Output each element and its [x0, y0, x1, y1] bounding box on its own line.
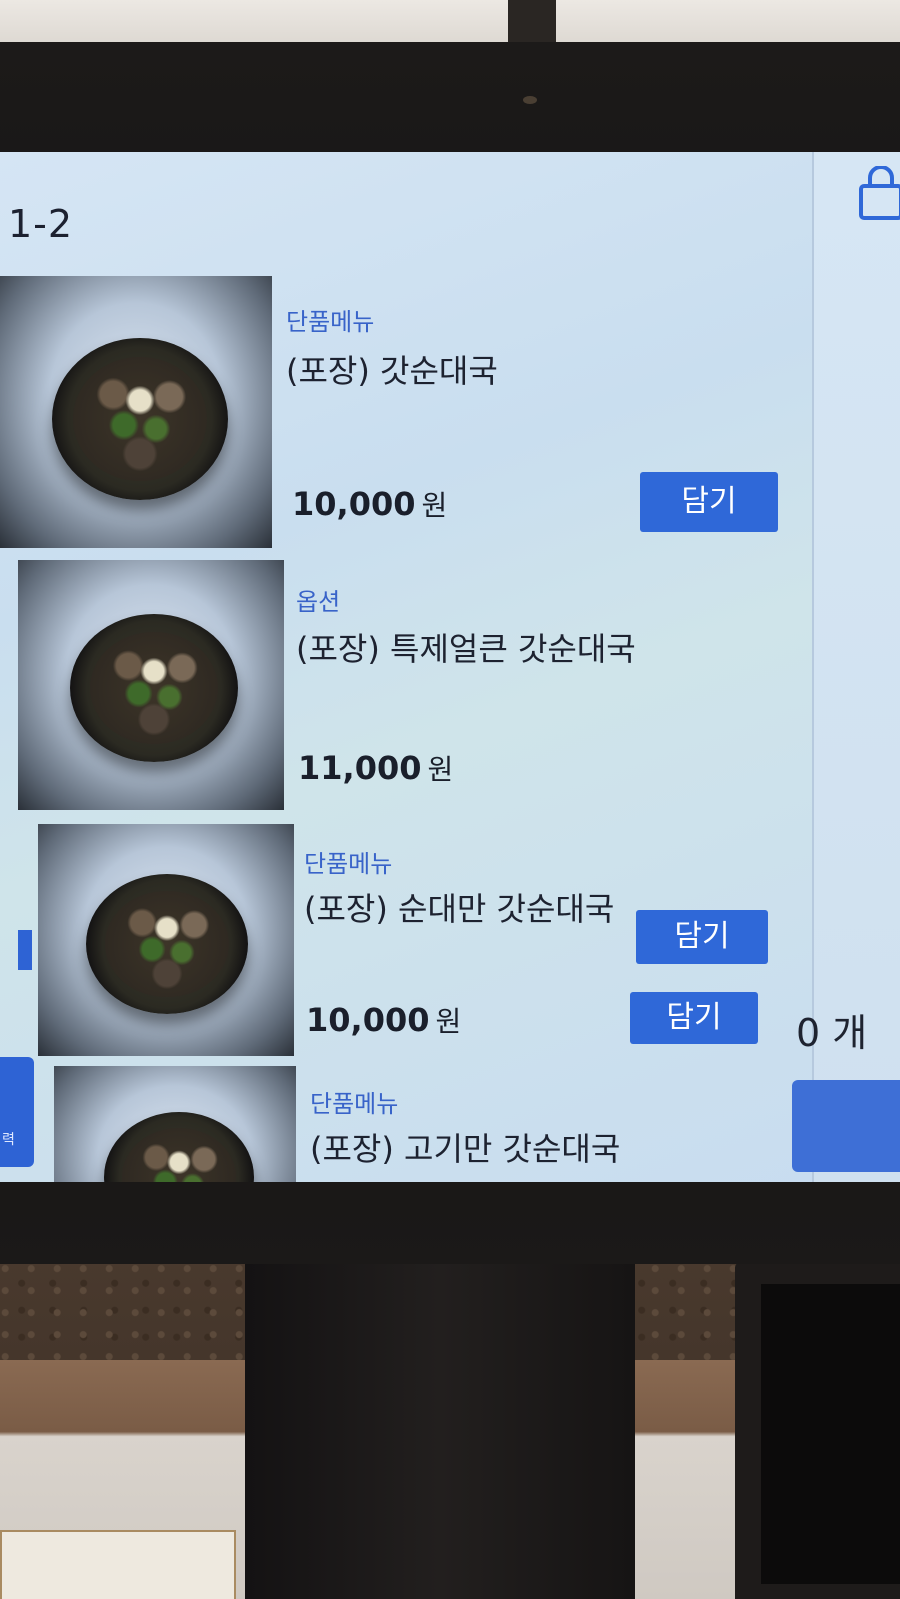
item-name: (포장) 순대만 갓순대국: [304, 890, 615, 928]
item-price-value: 10,000: [306, 1001, 430, 1039]
item-category: 단품메뉴: [304, 850, 393, 878]
item-price-currency: 원: [435, 1005, 462, 1038]
category-tab-indicator[interactable]: [18, 930, 32, 970]
menu-item[interactable]: 옵션 (포장) 특제얼큰 갓순대국 11,000 원 담기: [18, 560, 808, 964]
shopping-bag-icon[interactable]: [858, 166, 900, 220]
camera-lens: [523, 96, 537, 104]
item-price: 11,000 원: [298, 748, 453, 788]
item-category: 단품메뉴: [310, 1090, 399, 1118]
item-name: (포장) 갓순대국: [286, 352, 498, 390]
bowl-image: [104, 1112, 254, 1182]
cart-count: 0 개: [796, 1011, 868, 1055]
cart-panel: 0 개: [792, 152, 900, 1182]
menu-item[interactable]: 단품메뉴 (포장) 갓순대국 10,000 원 담기: [0, 276, 800, 548]
left-action-button-label: 력: [2, 1132, 15, 1148]
food-image: [38, 824, 294, 1056]
item-category: 옵션: [296, 588, 341, 616]
add-to-cart-button[interactable]: 담기: [640, 472, 778, 532]
card-tray: [735, 1262, 900, 1599]
bowl-image: [70, 614, 238, 762]
item-name: (포장) 특제얼큰 갓순대국: [296, 630, 636, 668]
kiosk-screen: 력 1-2 단품메뉴 (포장) 갓순대국 10,000 원 담기 옵션 (포장) …: [0, 152, 900, 1182]
item-price-value: 11,000: [298, 749, 422, 787]
item-price: 10,000 원: [292, 484, 447, 524]
item-price-currency: 원: [421, 489, 448, 522]
menu-item[interactable]: 단품메뉴 (포장) 고기만 갓순대국: [54, 1066, 808, 1182]
menu-item[interactable]: 단품메뉴 (포장) 순대만 갓순대국 10,000 원 담기: [38, 824, 808, 1056]
item-name: (포장) 고기만 갓순대국: [310, 1130, 621, 1168]
item-category: 단품메뉴: [286, 308, 375, 336]
left-action-button[interactable]: 력: [0, 1057, 34, 1167]
cart-order-button[interactable]: [792, 1080, 900, 1172]
page-title: 1-2: [8, 202, 74, 246]
item-price-value: 10,000: [292, 485, 416, 523]
item-price: 10,000 원: [306, 1000, 461, 1040]
paper-note: [0, 1530, 236, 1599]
food-image: [0, 276, 272, 548]
bowl-image: [86, 874, 248, 1014]
kiosk-stand: [245, 1240, 635, 1599]
food-image: [18, 560, 284, 810]
item-price-currency: 원: [427, 753, 454, 786]
bowl-image: [52, 338, 228, 500]
food-image: [54, 1066, 296, 1182]
add-to-cart-button[interactable]: 담기: [630, 992, 758, 1044]
